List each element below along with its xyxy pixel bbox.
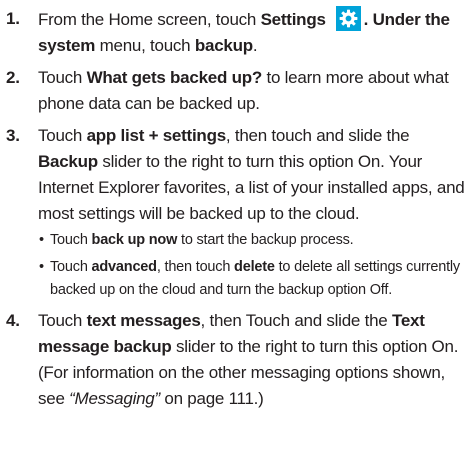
text-run: From the Home screen, touch — [38, 10, 261, 29]
substep-back-up-now: • Touch back up now to start the backup p… — [38, 229, 468, 252]
settings-term: Settings — [260, 10, 326, 29]
text-run: , then touch and slide the — [225, 126, 410, 145]
system-term: system — [38, 36, 96, 55]
text-run: on page 111.) — [159, 389, 264, 408]
text-run: menu, touch — [95, 36, 195, 55]
step-1: 1. From the Home screen, touch Settings — [6, 6, 468, 59]
manual-page: 1. From the Home screen, touch Settings — [0, 0, 472, 476]
backup-slider-term: Backup — [38, 152, 98, 171]
step-2: 2. Touch What gets backed up? to learn m… — [6, 65, 468, 117]
settings-gear-icon — [335, 6, 361, 31]
delete-term: delete — [234, 259, 275, 275]
messaging-cross-reference: “Messaging” — [69, 389, 160, 408]
steps-list: 1. From the Home screen, touch Settings — [6, 6, 468, 412]
text-run: . — [252, 36, 258, 55]
bullet-dot: • — [39, 259, 44, 275]
step-text: Touch text messages, then Touch and slid… — [38, 311, 458, 408]
substeps-list: • Touch back up now to start the backup p… — [38, 229, 468, 302]
text-run: Touch — [38, 311, 87, 330]
text-run: Touch — [50, 259, 92, 275]
step-text: Touch app list + settings, then touch an… — [38, 126, 465, 223]
backup-term: backup — [194, 36, 253, 55]
advanced-term: advanced — [91, 259, 157, 275]
text-run: Touch — [50, 232, 92, 248]
step-number: 4. — [6, 311, 20, 330]
step-text: From the Home screen, touch Settings . U… — [38, 6, 450, 55]
text-run: . Under the — [363, 10, 450, 29]
text-run: , then touch — [156, 259, 235, 275]
back-up-now-term: back up now — [91, 232, 178, 248]
what-gets-backed-up-term: What gets backed up? — [86, 68, 263, 87]
step-number: 2. — [6, 68, 20, 87]
bullet-dot: • — [39, 232, 44, 248]
text-run: , then Touch and slide the — [200, 311, 392, 330]
step-4: 4. Touch text messages, then Touch and s… — [6, 308, 468, 412]
substep-advanced: • Touch advanced, then touch delete to de… — [38, 256, 468, 302]
text-run: to start the backup process. — [177, 232, 354, 248]
app-list-settings-term: app list + settings — [86, 126, 227, 145]
step-number: 3. — [6, 126, 20, 145]
text-messages-term: text messages — [86, 311, 201, 330]
text-run: slider to the right to turn this option … — [38, 152, 465, 223]
step-3: 3. Touch app list + settings, then touch… — [6, 123, 468, 302]
text-run: Touch — [38, 68, 87, 87]
step-text: Touch What gets backed up? to learn more… — [38, 68, 449, 113]
text-run: Touch — [38, 126, 87, 145]
step-number: 1. — [6, 9, 20, 28]
